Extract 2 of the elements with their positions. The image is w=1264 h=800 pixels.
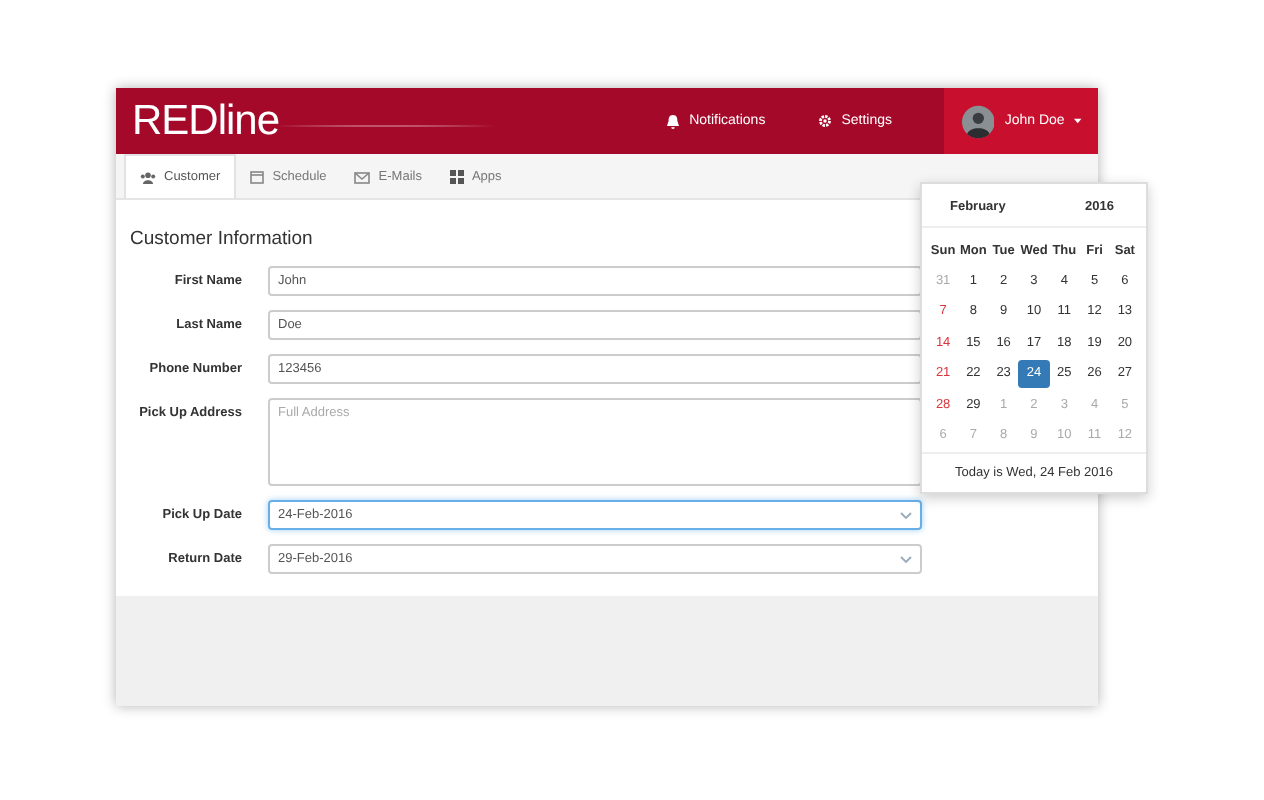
section-title: Customer Information [130,228,315,250]
logo: REDline [132,99,280,143]
